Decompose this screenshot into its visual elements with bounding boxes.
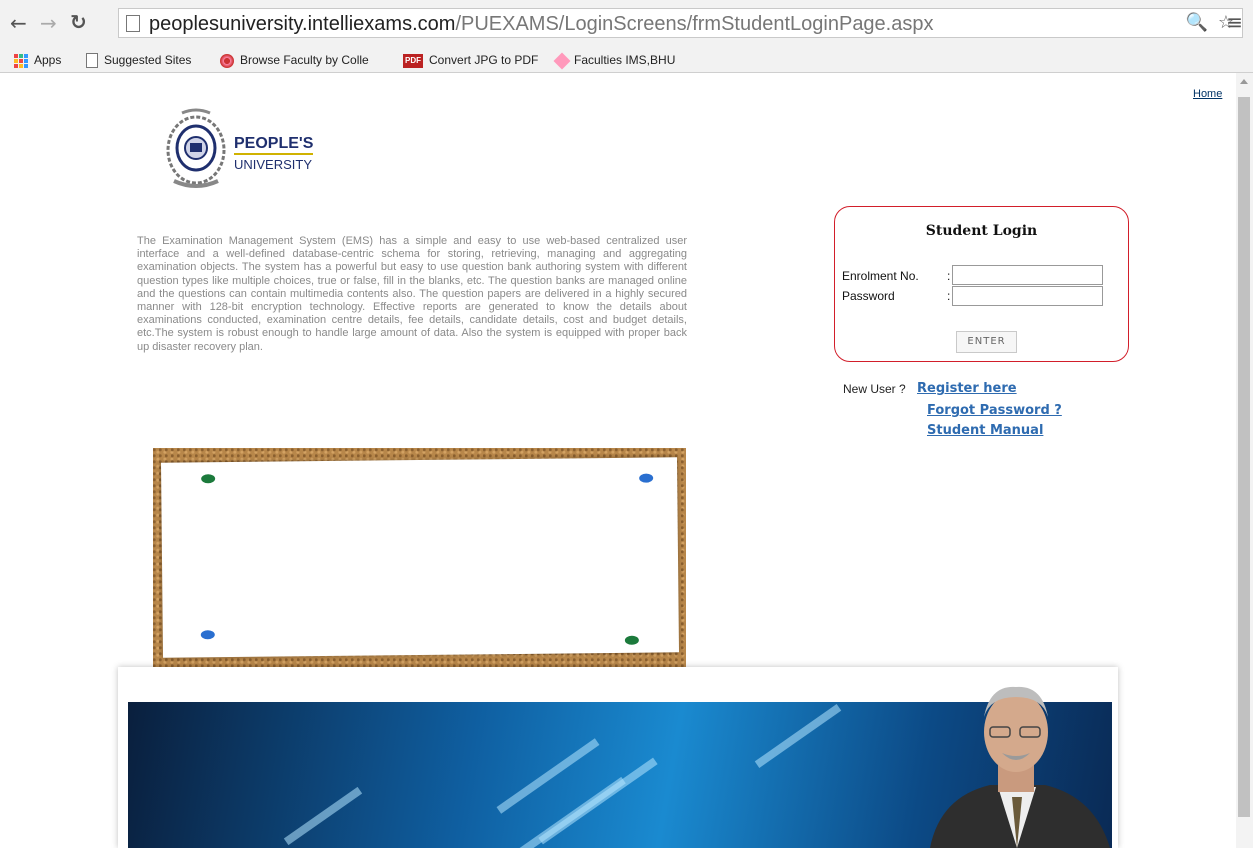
bookmark-faculties-ims[interactable]: Faculties IMS,BHU	[553, 52, 675, 70]
register-link[interactable]: Register here	[917, 381, 1017, 396]
bookmark-suggested-sites[interactable]: Suggested Sites	[86, 52, 191, 69]
bookmark-browse-faculty[interactable]: Browse Faculty by Colle	[220, 52, 369, 68]
pin-icon	[201, 474, 216, 484]
page-icon	[126, 15, 140, 32]
student-login-panel: Student Login Enrolment No. : Password :…	[834, 206, 1129, 362]
password-input[interactable]	[952, 286, 1103, 306]
login-title: Student Login	[925, 223, 1038, 239]
logo-text: PEOPLE'S UNIVERSITY	[234, 135, 314, 172]
notice-paper	[160, 457, 680, 658]
enrolment-input[interactable]	[952, 265, 1103, 285]
pdf-icon: PDF	[403, 53, 423, 68]
enrolment-label: Enrolment No.	[842, 269, 919, 283]
pin-icon	[624, 635, 639, 645]
browser-toolbar: ← → ↻ peoplesuniversity.intelliexams.com…	[0, 0, 1253, 49]
scroll-thumb[interactable]	[1238, 97, 1250, 817]
menu-icon[interactable]: ≡	[1226, 10, 1243, 34]
enter-button[interactable]: ENTER	[956, 331, 1017, 353]
new-user-text: New User ?	[843, 382, 906, 396]
site-icon	[553, 52, 571, 70]
forgot-password-link[interactable]: Forgot Password ?	[927, 403, 1062, 418]
scroll-up-icon[interactable]	[1240, 79, 1248, 84]
bookmark-convert-jpg[interactable]: PDF Convert JPG to PDF	[403, 52, 538, 68]
password-label: Password	[842, 289, 895, 303]
page-icon	[86, 53, 98, 69]
zoom-icon[interactable]: 🔍	[1186, 13, 1208, 33]
person-photo	[930, 686, 1110, 848]
apps-icon	[14, 53, 28, 68]
pin-icon	[639, 473, 654, 483]
colon: :	[947, 289, 951, 303]
bookmarks-bar: Apps Suggested Sites Browse Faculty by C…	[0, 48, 1253, 73]
colon: :	[947, 269, 951, 283]
scrollbar[interactable]	[1236, 73, 1253, 848]
address-bar[interactable]: peoplesuniversity.intelliexams.com/PUEXA…	[118, 8, 1243, 38]
home-link[interactable]: Home	[1193, 88, 1222, 100]
url-text[interactable]: peoplesuniversity.intelliexams.com/PUEXA…	[149, 11, 933, 37]
forward-icon[interactable]: →	[40, 11, 57, 35]
ems-description: The Examination Management System (EMS) …	[137, 235, 687, 353]
pin-icon	[200, 630, 215, 640]
bookmark-apps[interactable]: Apps	[14, 52, 61, 68]
reload-icon[interactable]: ↻	[70, 10, 87, 34]
student-manual-link[interactable]: Student Manual	[927, 423, 1043, 438]
back-icon[interactable]: ←	[10, 11, 27, 35]
site-icon	[220, 53, 234, 68]
